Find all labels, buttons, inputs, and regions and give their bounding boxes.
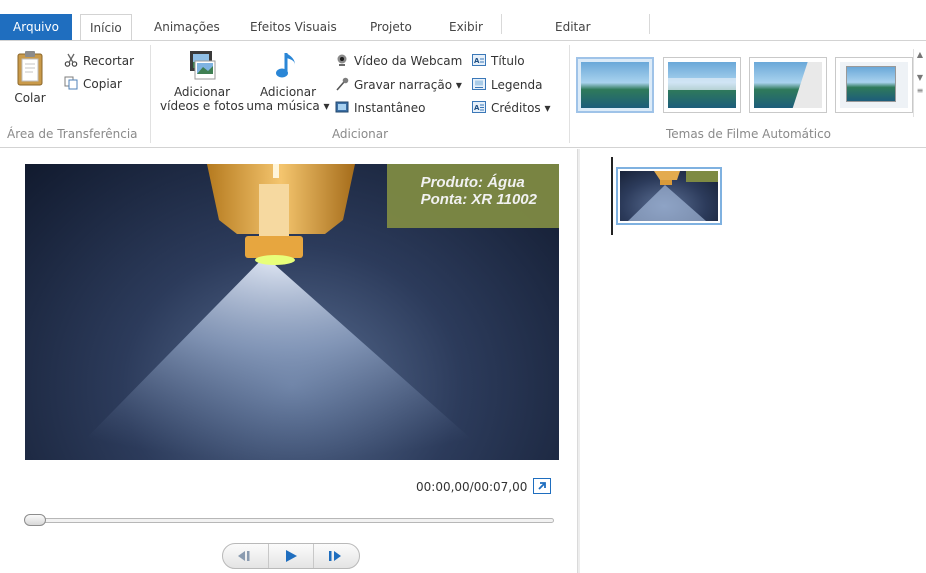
seek-thumb[interactable] <box>24 514 46 526</box>
clipboard-group: Colar Recortar Copiar Área de Transferên… <box>0 41 148 147</box>
play-button[interactable] <box>268 544 312 568</box>
overlay-line-1: Produto: Água <box>420 174 525 191</box>
tab-project[interactable]: Projeto <box>361 14 421 40</box>
snapshot-label: Instantâneo <box>354 101 426 115</box>
gallery-more-icon[interactable]: ≡ <box>914 85 926 96</box>
clip-thumbnail <box>620 171 718 221</box>
theme-thumbnail[interactable] <box>576 57 654 113</box>
copy-label: Copiar <box>83 77 122 91</box>
next-frame-button[interactable] <box>313 544 357 568</box>
theme-thumbnail[interactable] <box>835 57 913 113</box>
add-group: Adicionar vídeos e fotos Adicionar uma m… <box>152 41 568 147</box>
svg-text:A: A <box>474 104 480 112</box>
tab-edit[interactable]: Editar <box>546 14 600 40</box>
ribbon: Colar Recortar Copiar Área de Transferên… <box>0 40 926 148</box>
add-music-label-2: uma música ▾ <box>246 99 330 113</box>
paste-button[interactable]: Colar <box>8 49 52 105</box>
play-icon <box>286 550 297 562</box>
copy-icon <box>64 76 78 90</box>
clipboard-icon <box>17 51 43 86</box>
record-narration-button[interactable]: Gravar narração ▾ <box>335 75 462 95</box>
credits-label: Créditos ▾ <box>491 101 551 115</box>
film-photo-icon <box>190 51 216 80</box>
ribbon-tab-bar: Arquivo Início Animações Efeitos Visuais… <box>0 0 926 41</box>
add-videos-photos-button[interactable]: Adicionar vídeos e fotos <box>155 49 249 113</box>
webcam-icon <box>337 54 347 66</box>
time-display: 00:00,00/00:07,00 <box>416 480 528 494</box>
expand-arrow-icon <box>538 482 546 490</box>
previous-frame-button[interactable] <box>223 544 267 568</box>
pane-splitter[interactable] <box>577 149 580 573</box>
add-music-label-1: Adicionar <box>259 85 317 99</box>
theme-preview-image <box>668 62 736 108</box>
theme-preview-image <box>840 62 908 108</box>
clipboard-group-label: Área de Transferência <box>7 127 138 141</box>
themes-group: ▲ ▼ ≡ Temas de Filme Automático <box>571 41 926 147</box>
tab-animations[interactable]: Animações <box>145 14 229 40</box>
next-frame-icon <box>329 551 341 561</box>
add-music-button[interactable]: Adicionar uma música ▾ <box>246 49 330 113</box>
copy-button[interactable]: Copiar <box>64 74 122 94</box>
overlay-line-2: Ponta: XR 11002 <box>420 191 537 208</box>
playhead-marker[interactable] <box>611 157 613 235</box>
overlay-caption-text: Produto: Água Ponta: XR 11002 <box>421 174 537 208</box>
add-group-label: Adicionar <box>331 127 389 141</box>
narration-label: Gravar narração ▾ <box>354 78 462 92</box>
group-divider <box>569 45 570 143</box>
video-preview[interactable]: Produto: Água Ponta: XR 11002 <box>25 164 559 460</box>
caption-button[interactable]: Legenda <box>472 75 542 95</box>
paste-label: Colar <box>14 91 46 105</box>
tab-visual-effects[interactable]: Efeitos Visuais <box>241 14 346 40</box>
preview-pane: Produto: Água Ponta: XR 11002 00:00,00/0… <box>0 149 577 573</box>
title-label: Título <box>491 54 525 68</box>
credits-icon: A <box>472 101 486 113</box>
tab-separator <box>649 14 650 34</box>
title-icon: A <box>472 54 486 66</box>
tab-view[interactable]: Exibir <box>440 14 492 40</box>
caption-icon <box>472 78 486 90</box>
webcam-label: Vídeo da Webcam <box>354 54 463 68</box>
tab-home[interactable]: Início <box>80 14 132 41</box>
webcam-video-button[interactable]: Vídeo da Webcam <box>335 51 462 71</box>
fullscreen-button[interactable] <box>533 478 551 494</box>
gallery-scroll[interactable]: ▲ ▼ ≡ <box>913 49 926 117</box>
svg-text:A: A <box>474 57 480 65</box>
scroll-up-icon[interactable]: ▲ <box>914 49 926 60</box>
storyboard-pane <box>581 149 926 573</box>
add-videos-label-2: vídeos e fotos <box>160 99 244 113</box>
microphone-icon <box>336 77 349 91</box>
title-button[interactable]: A Título <box>472 51 525 71</box>
group-divider <box>150 45 151 143</box>
caption-label: Legenda <box>491 78 543 92</box>
storyboard-clip[interactable] <box>616 167 722 225</box>
clip-thumbnail-image <box>628 171 718 221</box>
snapshot-icon <box>335 101 349 113</box>
previous-frame-icon <box>238 551 250 561</box>
theme-thumbnail[interactable] <box>663 57 741 113</box>
theme-thumbnail[interactable] <box>749 57 827 113</box>
theme-preview-image <box>754 62 822 108</box>
cut-button[interactable]: Recortar <box>64 51 134 71</box>
theme-preview-image <box>581 62 649 108</box>
credits-button[interactable]: A Créditos ▾ <box>472 98 551 118</box>
seek-bar[interactable] <box>28 518 554 523</box>
tab-separator <box>501 14 502 34</box>
snapshot-button[interactable]: Instantâneo <box>335 98 425 118</box>
playback-controls <box>222 543 360 569</box>
music-note-icon <box>276 53 295 78</box>
scissors-icon <box>64 53 78 67</box>
cut-label: Recortar <box>83 54 135 68</box>
add-videos-label-1: Adicionar <box>173 85 231 99</box>
scroll-down-icon[interactable]: ▼ <box>914 72 926 83</box>
tab-file[interactable]: Arquivo <box>0 14 72 40</box>
themes-group-label: Temas de Filme Automático <box>665 127 832 141</box>
